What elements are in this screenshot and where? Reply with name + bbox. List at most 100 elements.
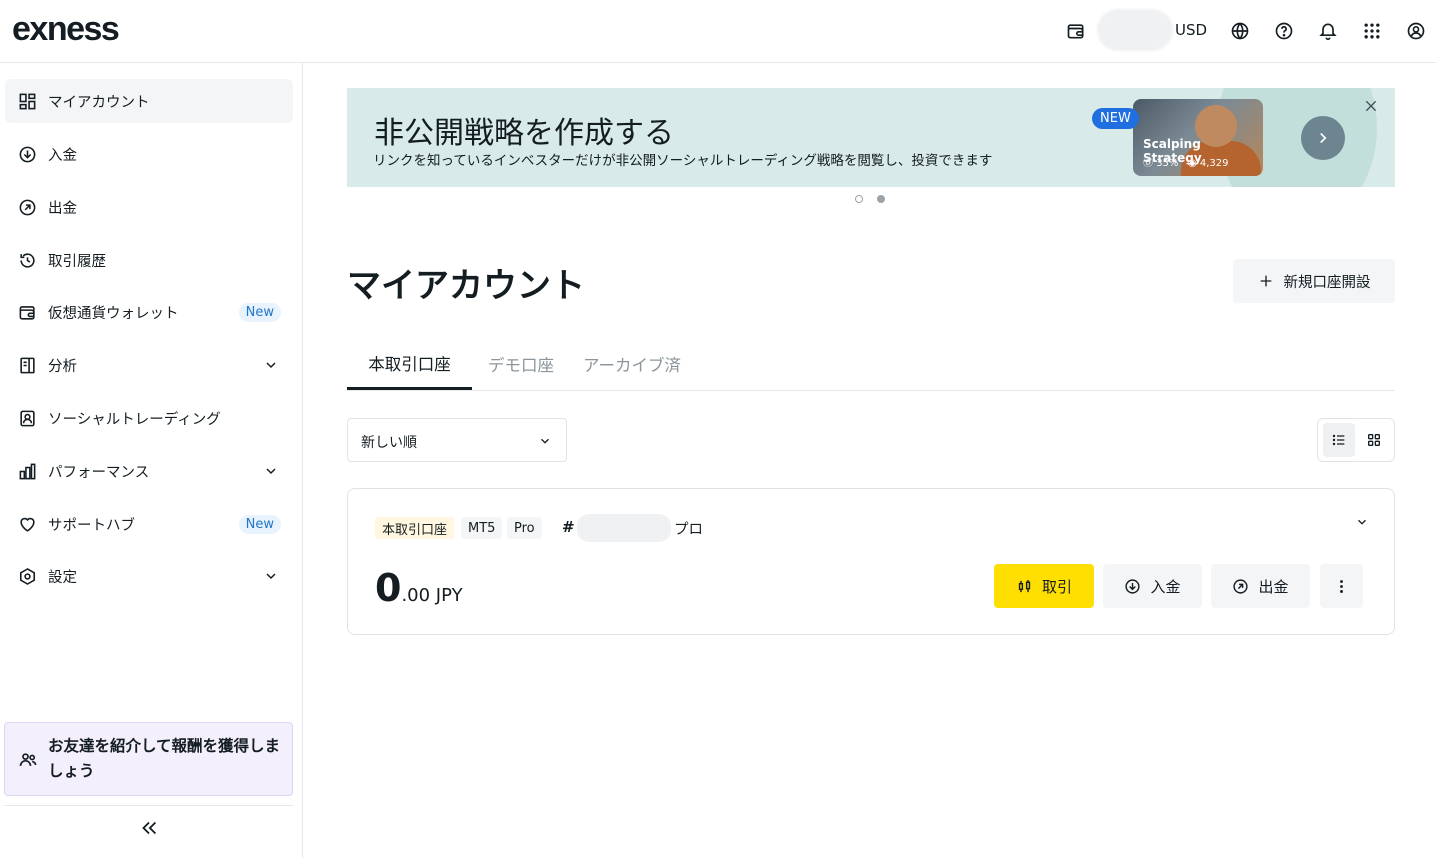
banner-card-stat-investors: 4,329 (1199, 158, 1229, 169)
account-balance: 0.00 JPY (375, 566, 463, 610)
view-toggle (1317, 418, 1395, 462)
carousel-dot[interactable] (855, 195, 863, 203)
tab-real[interactable]: 本取引口座 (347, 338, 472, 390)
top-bar: exness USD (0, 0, 1436, 63)
currency-label[interactable]: USD (1175, 21, 1207, 39)
referral-banner[interactable]: お友達を紹介して報酬を獲得しましょう (4, 722, 293, 796)
deposit-button[interactable]: 入金 (1103, 564, 1202, 608)
sidebar-item-label: 仮想通貨ウォレット (48, 305, 179, 322)
help-icon[interactable] (1273, 20, 1295, 42)
open-account-button[interactable]: 新規口座開設 (1233, 259, 1395, 303)
social-trading-icon (17, 408, 37, 428)
tab-archived[interactable]: アーカイブ済 (577, 338, 687, 390)
account-number-prefix: # (562, 518, 575, 536)
referral-text: お友達を紹介して報酬を獲得しましょう (48, 737, 281, 780)
trade-button-label: 取引 (1041, 577, 1072, 596)
new-badge: New (238, 514, 281, 534)
deposit-button-label: 入金 (1150, 577, 1181, 596)
sort-dropdown[interactable]: 新しい順 (347, 418, 567, 462)
dashboard-icon (17, 91, 37, 111)
grid-icon (1368, 434, 1380, 446)
sidebar-item-support-hub[interactable]: サポートハブ New (5, 502, 293, 546)
trade-button[interactable]: 取引 (994, 564, 1094, 608)
chevron-down-icon[interactable] (263, 568, 279, 584)
sidebar-item-label: パフォーマンス (48, 464, 150, 481)
sidebar-item-label: 取引履歴 (48, 253, 106, 270)
candlestick-icon (1018, 579, 1031, 592)
settings-icon (17, 566, 37, 586)
promo-banner[interactable]: 非公開戦略を作成する リンクを知っているインベスターだけが非公開ソーシャルトレー… (347, 88, 1395, 187)
grid-view-button[interactable] (1358, 423, 1390, 457)
banner-card-stat-return: 35% (1156, 158, 1179, 169)
arrow-down-circle-icon (1125, 578, 1141, 594)
account-type-tag: 本取引口座 (375, 517, 455, 539)
profile-icon[interactable] (1405, 20, 1427, 42)
account-card[interactable]: 本取引口座 MT5 Pro # プロ 0.00 JPY 取引 入金 出金 (347, 488, 1395, 635)
banner-title: 非公開戦略を作成する (374, 116, 674, 151)
banner-new-badge: NEW (1092, 108, 1139, 129)
arrow-up-right-circle-icon (17, 197, 37, 217)
withdraw-button[interactable]: 出金 (1211, 564, 1310, 608)
investors-icon: ◉ (1187, 158, 1197, 169)
banner-next-button[interactable] (1301, 116, 1345, 160)
sort-value: 新しい順 (361, 435, 417, 451)
sidebar-item-label: サポートハブ (48, 517, 135, 534)
account-name: プロ (674, 522, 703, 538)
plus-icon (1260, 275, 1271, 287)
arrow-up-right-circle-icon (1233, 578, 1249, 594)
sidebar-item-performance[interactable]: パフォーマンス (5, 449, 293, 493)
sidebar: マイアカウント 入金 出金 取引履歴 仮想通貨ウォレット New 分析 ソーシャ… (0, 63, 303, 858)
more-options-button[interactable] (1320, 564, 1363, 608)
analytics-icon (17, 355, 37, 375)
bar-chart-icon (17, 461, 37, 481)
sidebar-item-withdraw[interactable]: 出金 (5, 185, 293, 229)
wallet-icon (17, 302, 37, 322)
history-icon (17, 250, 37, 270)
account-tabs: 本取引口座 デモ口座 アーカイブ済 (347, 338, 1395, 391)
carousel-dot-active[interactable] (877, 195, 885, 203)
sidebar-item-my-account[interactable]: マイアカウント (5, 79, 293, 123)
chevron-down-icon[interactable] (263, 463, 279, 479)
bell-icon[interactable] (1317, 20, 1339, 42)
globe-icon[interactable] (1229, 20, 1251, 42)
arrow-down-circle-icon (17, 144, 37, 164)
sidebar-item-label: 出金 (48, 200, 77, 217)
sidebar-item-crypto-wallet[interactable]: 仮想通貨ウォレット New (5, 290, 293, 334)
sidebar-item-label: マイアカウント (48, 94, 150, 111)
chevron-right-icon (1320, 132, 1327, 144)
users-icon (19, 753, 37, 766)
sidebar-item-deposit[interactable]: 入金 (5, 132, 293, 176)
wallet-icon[interactable] (1065, 20, 1087, 42)
balance-integer: 0 (375, 566, 402, 610)
sidebar-item-label: 入金 (48, 147, 77, 164)
tab-demo[interactable]: デモ口座 (477, 338, 565, 390)
sidebar-item-history[interactable]: 取引履歴 (5, 238, 293, 282)
chevron-down-icon[interactable] (1355, 515, 1369, 529)
open-account-label: 新規口座開設 (1283, 274, 1371, 291)
exness-logo[interactable]: exness (12, 12, 120, 46)
sidebar-divider (4, 805, 293, 806)
list-view-button[interactable] (1323, 423, 1355, 457)
heart-icon (17, 514, 37, 534)
withdraw-button-label: 出金 (1258, 577, 1289, 596)
sidebar-item-analytics[interactable]: 分析 (5, 343, 293, 387)
collapse-sidebar-icon[interactable] (138, 817, 160, 839)
balance-hidden[interactable] (1097, 9, 1173, 51)
page-title: マイアカウント (347, 266, 585, 306)
account-kind-tag: Pro (507, 517, 542, 539)
sidebar-item-social-trading[interactable]: ソーシャルトレーディング (5, 396, 293, 440)
banner-strategy-card: Scalping Strategy Ⓓ 35% ◉ 4,329 (1133, 99, 1263, 176)
dollar-icon: Ⓓ (1143, 158, 1153, 169)
platform-tag: MT5 (461, 517, 503, 539)
sidebar-item-settings[interactable]: 設定 (5, 554, 293, 598)
sidebar-item-label: 設定 (48, 569, 77, 586)
more-vertical-icon (1340, 579, 1343, 593)
apps-grid-icon[interactable] (1361, 20, 1383, 42)
sidebar-item-label: 分析 (48, 358, 77, 375)
banner-card-stats: Ⓓ 35% ◉ 4,329 (1143, 154, 1229, 169)
close-icon[interactable] (1363, 98, 1379, 114)
chevron-down-icon[interactable] (263, 357, 279, 373)
banner-subtitle: リンクを知っているインベスターだけが非公開ソーシャルトレーディング戦略を閲覧し、… (373, 153, 993, 169)
list-icon (1332, 434, 1345, 446)
balance-decimal: .00 JPY (401, 585, 463, 606)
